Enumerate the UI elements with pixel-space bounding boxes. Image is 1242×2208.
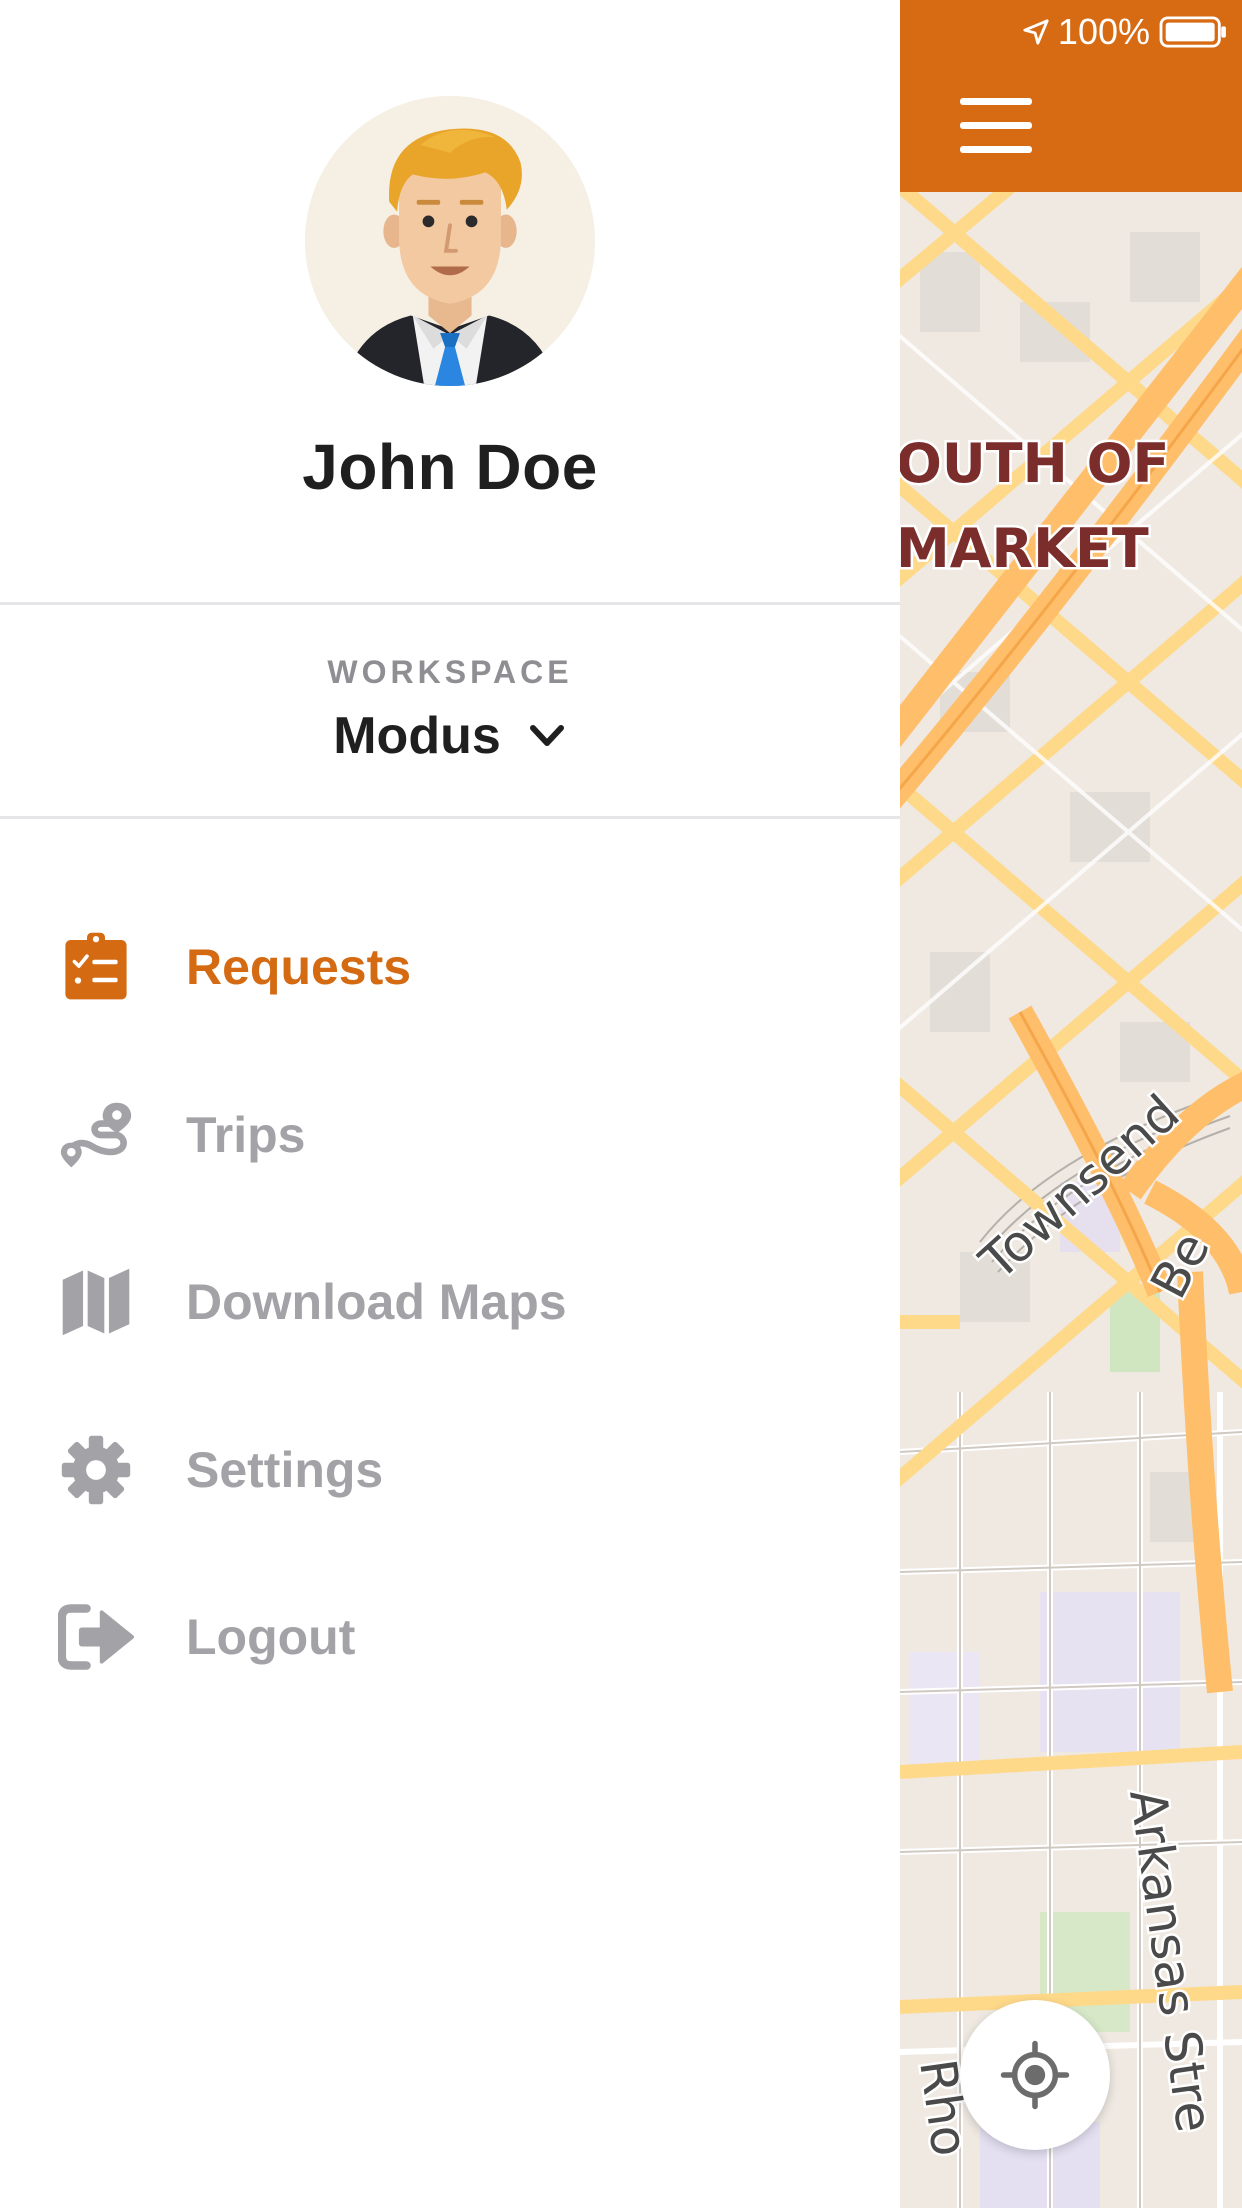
clipboard-checklist-icon [56, 927, 136, 1007]
menu-item-trips[interactable]: Trips [56, 1090, 816, 1180]
route-icon [56, 1095, 136, 1175]
menu-item-download-maps[interactable]: Download Maps [56, 1257, 816, 1347]
menu-item-label: Download Maps [186, 1274, 567, 1330]
menu-item-label: Trips [186, 1107, 306, 1163]
divider [0, 602, 900, 605]
menu-icon[interactable] [960, 98, 1032, 154]
workspace-selector[interactable]: Modus [0, 706, 900, 766]
location-arrow-icon [1023, 19, 1049, 45]
menu-item-label: Logout [186, 1609, 356, 1665]
status-bar: 100% [1022, 11, 1228, 52]
map-view[interactable]: OUTH OF MARKET Townsend Be Arkansas Stre… [900, 0, 1242, 2208]
avatar[interactable] [303, 94, 597, 388]
user-name: John Doe [302, 431, 598, 503]
battery-icon [1159, 16, 1226, 48]
menu-item-logout[interactable]: Logout [56, 1592, 816, 1682]
user-avatar-icon [304, 95, 596, 387]
menu-item-requests[interactable]: Requests [56, 922, 816, 1012]
chevron-down-icon [529, 725, 564, 746]
menu-item-settings[interactable]: Settings [56, 1425, 816, 1515]
locate-me-button[interactable] [960, 2000, 1110, 2150]
navigation-drawer: John Doe WORKSPACE Modus Requests Trips … [0, 0, 900, 2208]
workspace-label: WORKSPACE [327, 654, 573, 690]
battery-percent: 100% [1057, 11, 1150, 52]
locate-crosshair-icon [1000, 2040, 1070, 2110]
map-label-neighborhood: MARKET [900, 517, 1149, 580]
map-icon [56, 1262, 136, 1342]
menu-item-label: Settings [186, 1442, 384, 1498]
gear-icon [56, 1430, 136, 1510]
divider [0, 816, 900, 819]
logout-icon [56, 1597, 136, 1677]
app-header: 100% [900, 0, 1242, 192]
map-canvas[interactable]: OUTH OF MARKET Townsend Be Arkansas Stre… [900, 192, 1242, 2208]
workspace-value: Modus [333, 707, 501, 765]
menu-item-label: Requests [186, 939, 412, 995]
map-label-neighborhood: OUTH OF [900, 432, 1169, 495]
